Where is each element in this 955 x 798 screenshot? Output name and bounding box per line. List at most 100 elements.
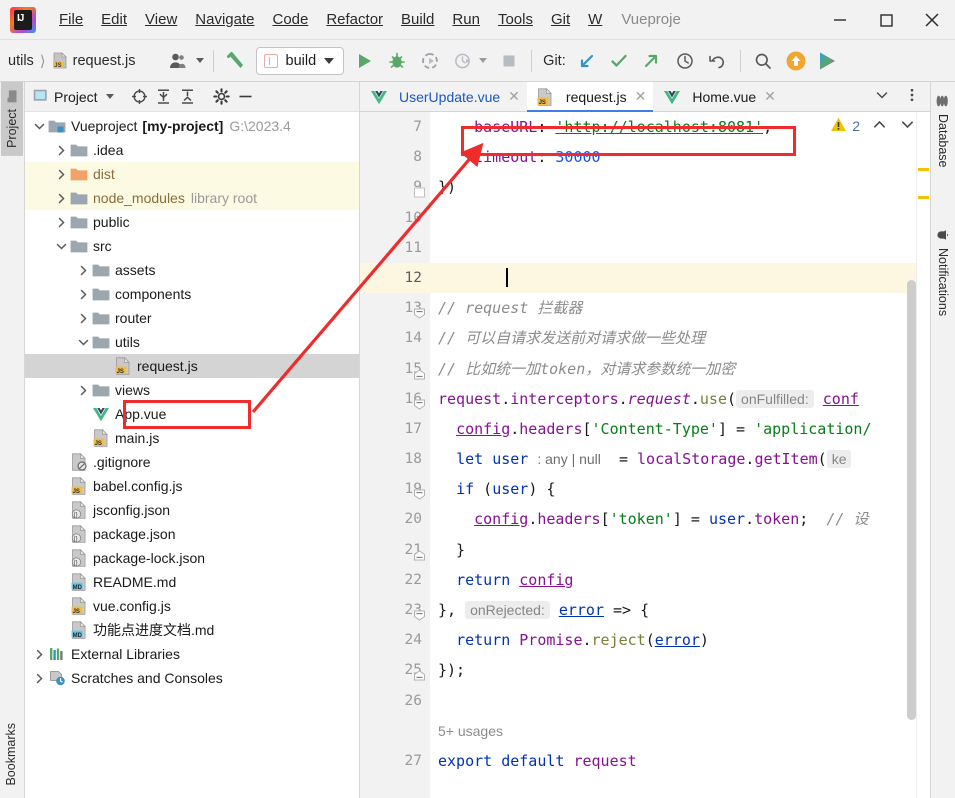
code-line[interactable]: if (user) { [430,474,930,504]
line-number[interactable]: 12 [360,262,430,294]
usages-inlay[interactable]: 5+ usages [438,723,503,739]
code-line[interactable] [430,203,930,233]
next-highlight-icon[interactable] [899,116,916,136]
chevron-right-icon[interactable] [75,289,91,300]
line-number[interactable]: 11 [360,233,430,263]
code-fold-icon[interactable] [413,603,426,621]
line-number[interactable]: 14 [360,323,430,353]
tree-node-.idea[interactable]: .idea [25,138,359,162]
line-number[interactable]: 17 [360,414,430,444]
menu-run[interactable]: Run [443,8,489,31]
close-window-button[interactable] [909,0,955,40]
line-number[interactable]: 26 [360,686,430,716]
sidebar-item-database[interactable]: Database [932,86,954,176]
close-tab-icon[interactable]: ✕ [508,88,520,105]
tree-node-babel.config.js[interactable]: JS babel.config.js [25,474,359,498]
code-line[interactable]: let user : any | null = localStorage.get… [430,444,930,474]
code-fold-icon[interactable] [413,301,426,319]
editor-tab-userupdate-vue[interactable]: UserUpdate.vue ✕ [360,82,527,111]
chevron-down-icon[interactable] [75,337,91,348]
parameter-hint[interactable]: onFulfilled: [736,389,814,408]
build-hammer-icon[interactable] [223,47,250,74]
code-line[interactable]: return config [430,565,930,595]
run-button[interactable] [350,47,377,74]
code-line[interactable] [430,233,930,263]
line-number[interactable]: 24 [360,625,430,655]
code-line[interactable]: request.interceptors.request.use(onFulfi… [430,384,930,414]
expand-all-icon[interactable] [152,85,176,109]
code-fold-icon[interactable] [413,362,426,379]
line-number[interactable]: 25 [360,655,430,685]
close-tab-icon[interactable]: ✕ [764,88,776,105]
account-dropdown-caret-icon[interactable] [195,58,204,63]
editor-tab-home-vue[interactable]: Home.vue ✕ [653,82,783,111]
debug-button[interactable] [383,47,410,74]
tree-node-vueproject[interactable]: Vueproject [my-project] G:\2023.4 [25,114,359,138]
parameter-hint[interactable]: : any | null [537,451,601,467]
line-number-gutter[interactable]: 7 8 9 10 11 12 13 14 15 16 17 18 19 20 21 22 23 24 25 26 27 [360,112,430,798]
chevron-down-icon[interactable] [31,121,47,132]
chevron-right-icon[interactable] [53,145,69,156]
show-hidden-tabs-icon[interactable] [868,87,896,106]
line-number[interactable]: 16 [360,384,430,414]
tree-node-app.vue[interactable]: App.vue [25,402,359,426]
breadcrumb-request-js[interactable]: request.js [73,53,136,69]
code-line[interactable] [430,262,930,294]
menu-refactor[interactable]: Refactor [317,8,392,31]
warning-triangle-icon[interactable] [830,116,847,136]
code-line[interactable]: config.headers['Content-Type'] = 'applic… [430,414,930,444]
previous-highlight-icon[interactable] [871,116,888,136]
menu-file[interactable]: File [50,8,92,31]
line-number[interactable]: 13 [360,293,430,323]
warning-stripe-mark[interactable] [918,196,929,199]
line-number[interactable]: 21 [360,535,430,565]
line-number[interactable]: 27 [360,746,430,776]
tree-node-.gitignore[interactable]: .gitignore [25,450,359,474]
code-content[interactable]: baseURL: 'http://localhost:8081', timeou… [430,112,930,798]
line-number[interactable]: 7 [360,112,430,142]
code-line[interactable]: }); [430,655,930,685]
tree-node-request.js[interactable]: JS request.js [25,354,359,378]
chevron-right-icon[interactable] [53,193,69,204]
breadcrumb-utils[interactable]: utils [8,53,34,69]
chevron-right-icon[interactable] [31,649,47,660]
tree-node-router[interactable]: router [25,306,359,330]
sidebar-item-project[interactable]: Project [1,82,23,156]
error-stripe[interactable] [916,112,930,798]
user-account-icon[interactable] [166,47,193,74]
line-number[interactable]: 15 [360,354,430,384]
code-line[interactable]: config.headers['token'] = user.token; //… [430,504,930,534]
chevron-right-icon[interactable] [75,313,91,324]
line-number[interactable]: 9 [360,172,430,202]
tree-node-main.js[interactable]: JS main.js [25,426,359,450]
tree-node-node_modules[interactable]: node_modules library root [25,186,359,210]
editor-vertical-scrollbar[interactable] [907,280,916,720]
tree-node-vue.config.js[interactable]: JS vue.config.js [25,594,359,618]
tree-node-external-libraries[interactable]: External Libraries [25,642,359,666]
tree-node-public[interactable]: public [25,210,359,234]
tree-node-dist[interactable]: dist [25,162,359,186]
line-number[interactable]: 18 [360,444,430,474]
tree-node-src[interactable]: src [25,234,359,258]
code-fold-icon[interactable] [413,392,426,410]
code-line[interactable]: }, onRejected: error => { [430,595,930,625]
tab-options-icon[interactable] [898,87,926,106]
code-line[interactable]: // 可以自请求发送前对请求做一些处理 [430,323,930,353]
tree-node-utils[interactable]: utils [25,330,359,354]
menu-view[interactable]: View [136,8,186,31]
git-history-button[interactable] [672,47,699,74]
menu-navigate[interactable]: Navigate [186,8,263,31]
git-update-project-button[interactable] [574,47,601,74]
minimize-window-button[interactable] [817,0,863,40]
git-commit-button[interactable] [606,47,633,74]
project-file-tree[interactable]: Vueproject [my-project] G:\2023.4 .idea dist… [25,112,359,798]
code-line[interactable]: timeout: 30000 [430,142,930,172]
tree-node-assets[interactable]: assets [25,258,359,282]
chevron-right-icon[interactable] [53,217,69,228]
ide-extra-run-icon[interactable] [814,47,841,74]
maximize-window-button[interactable] [863,0,909,40]
menu-window[interactable]: W [579,8,611,31]
menu-tools[interactable]: Tools [489,8,542,31]
line-number[interactable]: 8 [360,142,430,172]
sidebar-item-bookmarks[interactable]: Bookmarks [0,715,22,794]
